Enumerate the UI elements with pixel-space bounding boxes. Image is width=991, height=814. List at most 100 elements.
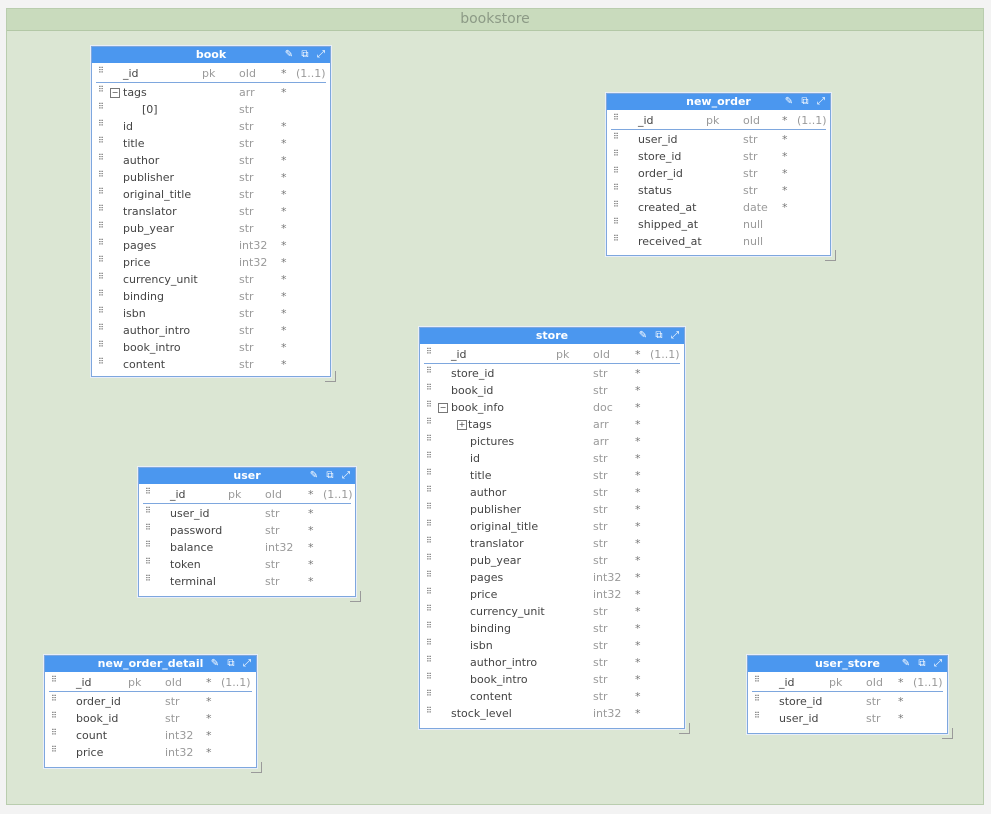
field-row[interactable]: ⠿ currency_unit str *	[420, 603, 684, 620]
drag-handle-icon[interactable]: ⠿	[426, 537, 432, 548]
field-row[interactable]: ⠿ store_id str *	[607, 148, 830, 165]
drag-handle-icon[interactable]: ⠿	[145, 488, 151, 499]
drag-handle-icon[interactable]: ⠿	[145, 575, 151, 586]
drag-handle-icon[interactable]: ⠿	[426, 605, 432, 616]
field-row[interactable]: ⠿ id str *	[420, 450, 684, 467]
drag-handle-icon[interactable]: ⠿	[754, 676, 760, 687]
field-row[interactable]: ⠿ isbn str *	[420, 637, 684, 654]
drag-handle-icon[interactable]: ⠿	[426, 707, 432, 718]
field-row[interactable]: ⠿ book_id str *	[45, 710, 256, 727]
field-row[interactable]: ⠿ status str *	[607, 182, 830, 199]
field-row[interactable]: ⠿ author_intro str *	[92, 322, 330, 339]
open-external-icon[interactable]: ⧉	[299, 49, 311, 61]
resize-handle-icon[interactable]	[825, 250, 836, 261]
field-row[interactable]: ⠿ store_id str *	[748, 693, 947, 710]
field-row[interactable]: ⠿ content str *	[92, 356, 330, 373]
field-row[interactable]: ⠿ balance int32 *	[139, 539, 355, 556]
drag-handle-icon[interactable]: ⠿	[426, 503, 432, 514]
field-row[interactable]: ⠿ original_title str *	[92, 186, 330, 203]
field-row[interactable]: ⠿ price int32 *	[420, 586, 684, 603]
drag-handle-icon[interactable]: ⠿	[613, 184, 619, 195]
field-row[interactable]: ⠿ received_at null	[607, 233, 830, 250]
open-external-icon[interactable]: ⧉	[225, 658, 237, 670]
resize-handle-icon[interactable]	[679, 723, 690, 734]
field-row[interactable]: ⠿ author str *	[92, 152, 330, 169]
drag-handle-icon[interactable]: ⠿	[145, 541, 151, 552]
field-row[interactable]: ⠿ user_id str *	[607, 131, 830, 148]
expand-icon[interactable]: ⤢	[669, 330, 681, 342]
field-row[interactable]: ⠿ order_id str *	[607, 165, 830, 182]
pin-icon[interactable]: ✎	[308, 470, 320, 482]
drag-handle-icon[interactable]: ⠿	[98, 290, 104, 301]
field-row[interactable]: ⠿ title str *	[420, 467, 684, 484]
resize-handle-icon[interactable]	[251, 762, 262, 773]
expand-toggle-icon[interactable]: +	[457, 420, 467, 430]
drag-handle-icon[interactable]: ⠿	[426, 486, 432, 497]
open-external-icon[interactable]: ⧉	[799, 96, 811, 108]
field-row[interactable]: ⠿ book_id str *	[420, 382, 684, 399]
drag-handle-icon[interactable]: ⠿	[613, 201, 619, 212]
field-row[interactable]: ⠿ − book_info doc *	[420, 399, 684, 416]
drag-handle-icon[interactable]: ⠿	[98, 120, 104, 131]
pin-icon[interactable]: ✎	[637, 330, 649, 342]
field-row[interactable]: ⠿ order_id str *	[45, 693, 256, 710]
drag-handle-icon[interactable]: ⠿	[98, 171, 104, 182]
resize-handle-icon[interactable]	[942, 728, 953, 739]
field-row[interactable]: ⠿ shipped_at null	[607, 216, 830, 233]
field-row-pk[interactable]: ⠿ _id pk oId * (1..1)	[96, 65, 326, 83]
table-header[interactable]: new_order_detail ✎ ⧉ ⤢	[45, 656, 256, 672]
field-row[interactable]: ⠿ user_id str *	[139, 505, 355, 522]
field-row[interactable]: ⠿ + tags arr *	[420, 416, 684, 433]
expand-icon[interactable]: ⤢	[340, 470, 352, 482]
drag-handle-icon[interactable]: ⠿	[98, 324, 104, 335]
field-row[interactable]: ⠿ password str *	[139, 522, 355, 539]
field-row[interactable]: ⠿ pub_year str *	[420, 552, 684, 569]
pin-icon[interactable]: ✎	[283, 49, 295, 61]
table-new-order[interactable]: new_order ✎ ⧉ ⤢ ⠿ _id pk oId * (1..1) ⠿ user_id str *…	[606, 93, 836, 261]
drag-handle-icon[interactable]: ⠿	[145, 507, 151, 518]
field-row[interactable]: ⠿ title str *	[92, 135, 330, 152]
field-row[interactable]: ⠿ binding str *	[420, 620, 684, 637]
field-row[interactable]: ⠿ [0] str	[92, 101, 330, 118]
drag-handle-icon[interactable]: ⠿	[426, 622, 432, 633]
field-row[interactable]: ⠿ stock_level int32 *	[420, 705, 684, 722]
field-row-pk[interactable]: ⠿ _id pk oId * (1..1)	[424, 346, 680, 364]
table-header[interactable]: user_store ✎ ⧉ ⤢	[748, 656, 947, 672]
drag-handle-icon[interactable]: ⠿	[613, 235, 619, 246]
field-row[interactable]: ⠿ id str *	[92, 118, 330, 135]
field-row[interactable]: ⠿ store_id str *	[420, 365, 684, 382]
open-external-icon[interactable]: ⧉	[916, 658, 928, 670]
drag-handle-icon[interactable]: ⠿	[98, 205, 104, 216]
field-row[interactable]: ⠿ original_title str *	[420, 518, 684, 535]
table-header[interactable]: store ✎ ⧉ ⤢	[420, 328, 684, 344]
field-row[interactable]: ⠿ isbn str *	[92, 305, 330, 322]
field-row[interactable]: ⠿ pages int32 *	[92, 237, 330, 254]
drag-handle-icon[interactable]: ⠿	[613, 114, 619, 125]
drag-handle-icon[interactable]: ⠿	[754, 695, 760, 706]
resize-handle-icon[interactable]	[350, 591, 361, 602]
drag-handle-icon[interactable]: ⠿	[98, 67, 104, 78]
drag-handle-icon[interactable]: ⠿	[426, 639, 432, 650]
drag-handle-icon[interactable]: ⠿	[426, 435, 432, 446]
drag-handle-icon[interactable]: ⠿	[613, 167, 619, 178]
expand-icon[interactable]: ⤢	[315, 49, 327, 61]
drag-handle-icon[interactable]: ⠿	[98, 307, 104, 318]
field-row[interactable]: ⠿ translator str *	[92, 203, 330, 220]
field-row[interactable]: ⠿ content str *	[420, 688, 684, 705]
expand-icon[interactable]: ⤢	[241, 658, 253, 670]
table-header[interactable]: new_order ✎ ⧉ ⤢	[607, 94, 830, 110]
field-row[interactable]: ⠿ book_intro str *	[92, 339, 330, 356]
drag-handle-icon[interactable]: ⠿	[51, 729, 57, 740]
drag-handle-icon[interactable]: ⠿	[426, 690, 432, 701]
table-header[interactable]: book ✎ ⧉ ⤢	[92, 47, 330, 63]
table-book[interactable]: book ✎ ⧉ ⤢ ⠿ _id pk oId * (1..1) ⠿ − tags arr * ⠿ [0] str…	[91, 46, 336, 382]
table-header[interactable]: user ✎ ⧉ ⤢	[139, 468, 355, 484]
drag-handle-icon[interactable]: ⠿	[98, 154, 104, 165]
drag-handle-icon[interactable]: ⠿	[98, 188, 104, 199]
drag-handle-icon[interactable]: ⠿	[426, 401, 432, 412]
drag-handle-icon[interactable]: ⠿	[426, 571, 432, 582]
drag-handle-icon[interactable]: ⠿	[426, 554, 432, 565]
drag-handle-icon[interactable]: ⠿	[98, 358, 104, 369]
open-external-icon[interactable]: ⧉	[324, 470, 336, 482]
field-row-pk[interactable]: ⠿ _id pk oId * (1..1)	[611, 112, 827, 130]
